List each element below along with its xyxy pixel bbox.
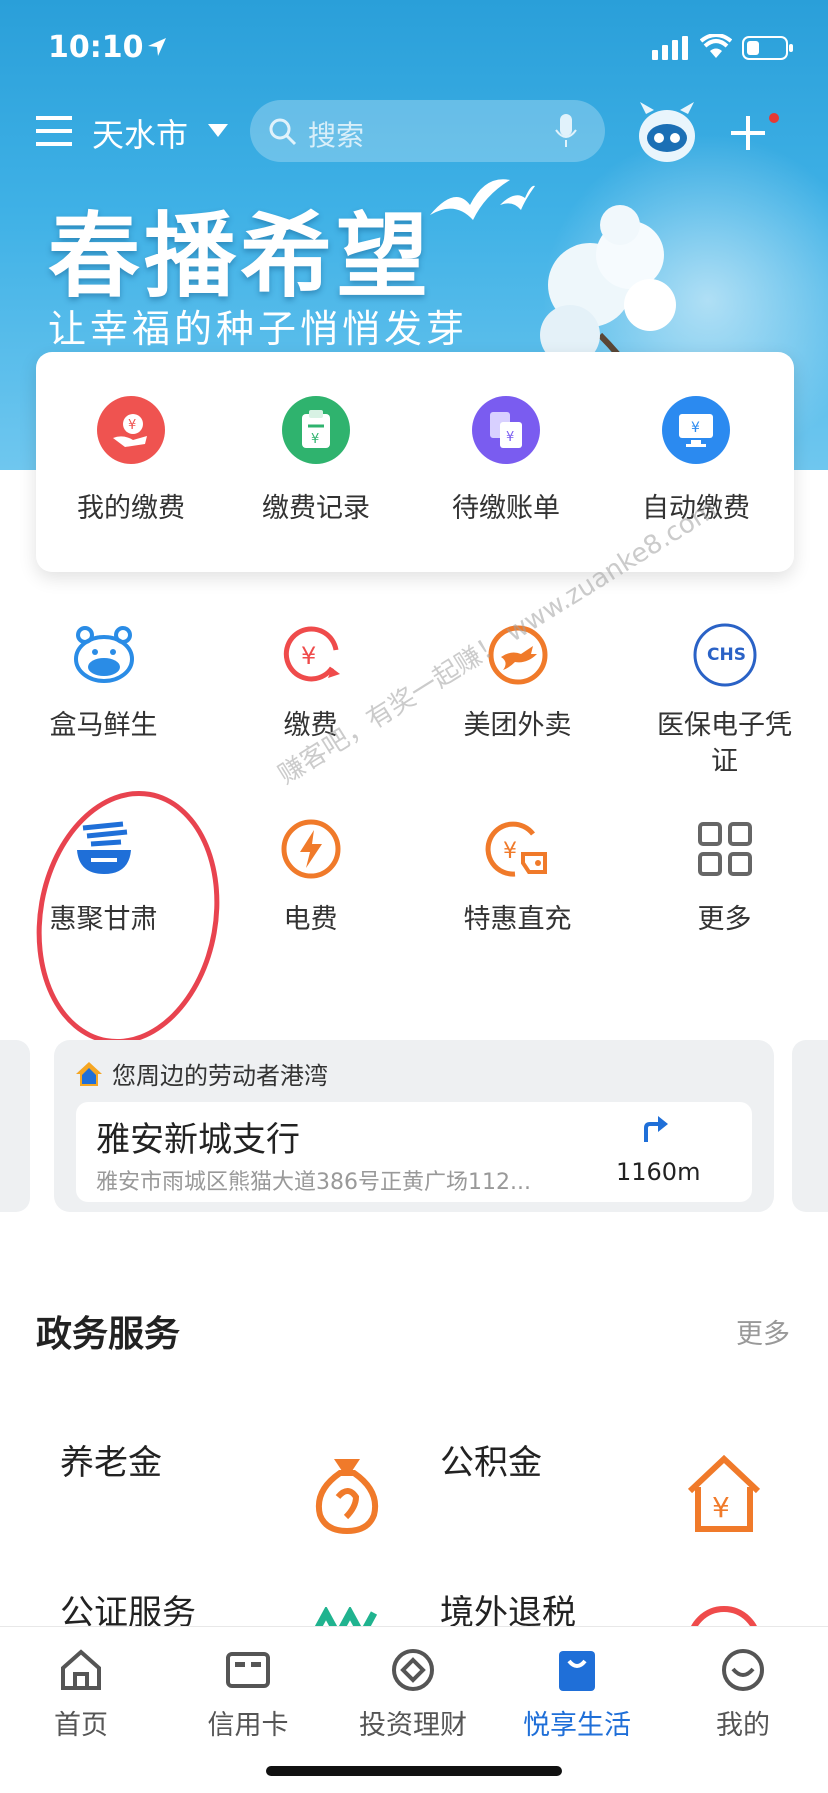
pension-label: 养老金 bbox=[60, 1443, 162, 1483]
location-arrow-icon bbox=[148, 38, 166, 56]
tab-mine-label: 我的 bbox=[716, 1710, 770, 1741]
notary-label: 公证服务 bbox=[60, 1593, 196, 1626]
hema-fresh-button[interactable]: 盒马鲜生 bbox=[0, 616, 207, 744]
special-recharge-button[interactable]: ¥ 特惠直充 bbox=[414, 810, 621, 938]
svg-text:¥: ¥ bbox=[301, 642, 316, 670]
grid-icon bbox=[686, 810, 764, 888]
special-recharge-label: 特惠直充 bbox=[463, 904, 572, 935]
battery-icon bbox=[742, 36, 793, 60]
gov-services-more-link[interactable]: 更多 bbox=[736, 1312, 790, 1351]
lightning-icon bbox=[272, 810, 350, 888]
tab-lifestyle[interactable]: 悦享生活 bbox=[512, 1645, 642, 1742]
status-time: 10:10 bbox=[48, 30, 144, 65]
home-indicator bbox=[266, 1766, 562, 1776]
search-bar[interactable]: 搜索 bbox=[250, 100, 605, 162]
house-logo-icon bbox=[76, 1062, 102, 1086]
chs-badge-icon: CHS bbox=[686, 616, 764, 694]
tab-credit-card-label: 信用卡 bbox=[207, 1710, 289, 1741]
branch-name: 雅安新城支行 bbox=[96, 1120, 300, 1160]
meituan-label: 美团外卖 bbox=[463, 710, 572, 741]
electricity-label: 电费 bbox=[283, 904, 338, 935]
tab-invest[interactable]: 投资理财 bbox=[348, 1645, 478, 1742]
chevron-down-icon[interactable] bbox=[208, 124, 228, 138]
branch-distance: 1160m bbox=[616, 1158, 701, 1186]
invest-icon bbox=[348, 1645, 478, 1695]
wifi-icon bbox=[700, 34, 732, 58]
my-payments-button[interactable]: ¥ 我的缴费 bbox=[36, 396, 226, 525]
more-services-label: 更多 bbox=[697, 904, 752, 935]
branch-address: 雅安市雨城区熊猫大道386号正黄广场112... bbox=[96, 1170, 531, 1195]
credit-card-icon bbox=[183, 1645, 313, 1695]
banner-title: 春播希望 bbox=[48, 202, 433, 310]
housing-fund-item[interactable]: 公积金 ¥ bbox=[440, 1435, 790, 1545]
money-bag-icon bbox=[316, 1459, 378, 1535]
svg-text:¥: ¥ bbox=[503, 839, 517, 864]
my-payments-label: 我的缴费 bbox=[77, 493, 185, 524]
add-icon[interactable] bbox=[730, 112, 780, 156]
svg-text:¥: ¥ bbox=[311, 432, 319, 447]
profile-icon bbox=[678, 1645, 808, 1695]
search-icon bbox=[269, 118, 297, 146]
gov-services-title: 政务服务 bbox=[36, 1314, 181, 1355]
chs-badge-text: CHS bbox=[707, 645, 746, 665]
banner-subtitle: 让幸福的种子悄悄发芽 bbox=[48, 307, 469, 351]
pending-bills-button[interactable]: ¥ 待缴账单 bbox=[411, 396, 601, 525]
svg-text:¥: ¥ bbox=[128, 418, 136, 433]
medical-insurance-button[interactable]: CHS 医保电子凭证 bbox=[621, 616, 828, 780]
pension-item[interactable]: 养老金 bbox=[60, 1435, 420, 1545]
svg-text:¥: ¥ bbox=[506, 430, 514, 445]
coin-tag-icon: ¥ bbox=[479, 810, 557, 888]
menu-icon[interactable] bbox=[36, 116, 72, 146]
housing-fund-label: 公积金 bbox=[440, 1443, 542, 1483]
tab-lifestyle-label: 悦享生活 bbox=[523, 1710, 631, 1741]
notary-item[interactable]: 公证服务 bbox=[60, 1585, 420, 1626]
nearby-header: 您周边的劳动者港湾 bbox=[112, 1062, 328, 1090]
yuan-refresh-icon: ¥ bbox=[272, 616, 350, 694]
microphone-icon[interactable] bbox=[555, 114, 577, 148]
electricity-button[interactable]: 电费 bbox=[207, 810, 414, 938]
svg-text:¥: ¥ bbox=[691, 420, 700, 436]
svg-text:¥: ¥ bbox=[712, 1491, 730, 1524]
tab-invest-label: 投资理财 bbox=[359, 1710, 467, 1741]
city-selector[interactable]: 天水市 bbox=[92, 110, 188, 156]
nearby-card-prev[interactable] bbox=[0, 1040, 30, 1212]
search-placeholder: 搜索 bbox=[308, 119, 365, 152]
house-yuan-icon: ¥ bbox=[687, 1455, 761, 1532]
hippo-icon bbox=[65, 616, 143, 694]
notary-icon bbox=[314, 1607, 378, 1626]
monitor-yuan-icon: ¥ bbox=[662, 396, 730, 464]
tab-home-label: 首页 bbox=[54, 1710, 108, 1741]
tax-refund-label: 境外退税 bbox=[440, 1593, 576, 1626]
medical-insurance-label: 医保电子凭证 bbox=[657, 710, 792, 777]
payment-records-button[interactable]: ¥ 缴费记录 bbox=[221, 396, 411, 525]
shopping-bag-icon bbox=[512, 1645, 642, 1695]
clipboard-yuan-icon: ¥ bbox=[282, 396, 350, 464]
tab-mine[interactable]: 我的 bbox=[678, 1645, 808, 1742]
nearby-branch[interactable]: 雅安新城支行 雅安市雨城区熊猫大道386号正黄广场112... 1160m bbox=[76, 1102, 752, 1202]
tab-home[interactable]: 首页 bbox=[16, 1645, 146, 1742]
turn-right-icon[interactable] bbox=[640, 1114, 670, 1144]
signal-icon bbox=[652, 36, 688, 60]
tax-refund-item[interactable]: 境外退税 bbox=[440, 1585, 790, 1626]
hand-yuan-icon: ¥ bbox=[97, 396, 165, 464]
payment-records-label: 缴费记录 bbox=[262, 493, 370, 524]
nearby-card-next[interactable] bbox=[792, 1040, 828, 1212]
home-icon bbox=[16, 1645, 146, 1695]
bills-icon: ¥ bbox=[472, 396, 540, 464]
nearby-card[interactable]: 您周边的劳动者港湾 雅安新城支行 雅安市雨城区熊猫大道386号正黄广场112..… bbox=[54, 1040, 774, 1212]
more-services-button[interactable]: 更多 bbox=[621, 810, 828, 938]
hema-fresh-label: 盒马鲜生 bbox=[49, 710, 158, 741]
pending-bills-label: 待缴账单 bbox=[452, 493, 560, 524]
tab-credit-card[interactable]: 信用卡 bbox=[183, 1645, 313, 1742]
assistant-avatar-icon[interactable] bbox=[632, 100, 702, 166]
tax-refund-icon bbox=[691, 1606, 757, 1626]
